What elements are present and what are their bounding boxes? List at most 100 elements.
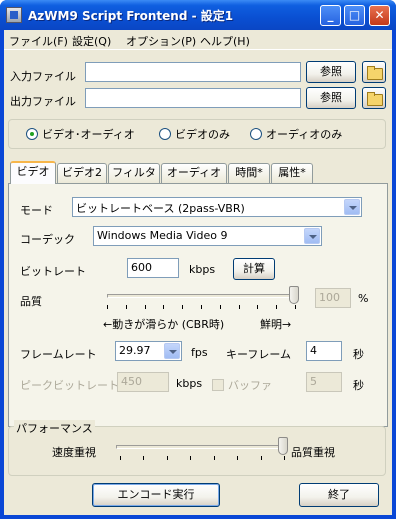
slider-tick	[214, 456, 215, 460]
checkbox-icon	[212, 379, 224, 391]
quality-unit: %	[358, 292, 369, 305]
keyframe-label: キーフレーム	[226, 348, 292, 361]
framerate-unit: fps	[191, 346, 208, 359]
slider-tick	[190, 456, 191, 460]
radio-video-audio-label: ビデオ･オーディオ	[42, 128, 135, 141]
output-folder-icon[interactable]	[362, 87, 386, 109]
minimize-icon: _	[327, 8, 334, 22]
peak-bitrate-unit: kbps	[176, 377, 203, 390]
chevron-down-icon[interactable]	[304, 228, 320, 244]
radio-icon	[159, 128, 171, 140]
menu-file[interactable]: ファイル(F)	[9, 33, 68, 49]
video-tab-panel: モード ビットレートベース (2pass-VBR) コーデック Windows …	[8, 183, 388, 427]
slider-tick	[167, 456, 168, 460]
tab-time[interactable]: 時間*	[228, 163, 270, 183]
buffer-checkbox-label: バッファ	[228, 379, 272, 392]
slider-tick	[201, 305, 202, 309]
quality-slider-thumb[interactable]	[289, 286, 299, 304]
slider-tick	[143, 456, 144, 460]
maximize-icon: □	[348, 8, 361, 22]
quality-priority-label: 品質重視	[291, 446, 335, 459]
chevron-down-icon[interactable]	[344, 199, 360, 215]
peak-bitrate-field[interactable]: 450	[117, 372, 169, 392]
minimize-button[interactable]: _	[320, 5, 341, 26]
framerate-label: フレームレート	[20, 348, 97, 361]
slider-tick	[257, 305, 258, 309]
radio-video-only[interactable]: ビデオのみ	[159, 126, 230, 142]
framerate-select-value: 29.97	[119, 344, 151, 357]
performance-slider-track[interactable]	[116, 445, 284, 449]
calculate-button[interactable]: 計算	[233, 258, 275, 280]
framerate-select[interactable]: 29.97	[115, 341, 182, 361]
menu-help[interactable]: ヘルプ(H)	[200, 33, 250, 49]
radio-audio-only[interactable]: オーディオのみ	[250, 126, 342, 142]
menu-options[interactable]: オプション(P)	[126, 33, 196, 49]
slider-tick	[261, 456, 262, 460]
quality-label: 品質	[20, 295, 42, 308]
quality-hint-smooth: ←動きが滑らか (CBR時)	[103, 318, 225, 331]
menu-bar: ファイル(F) 設定(Q) オプション(P) ヘルプ(H)	[4, 30, 392, 50]
slider-tick	[107, 305, 108, 309]
buffer-checkbox[interactable]: バッファ	[212, 377, 272, 393]
slider-tick	[284, 456, 285, 460]
quality-field[interactable]: 100	[315, 288, 351, 308]
slider-tick	[163, 305, 164, 309]
title-bar[interactable]: AzWM9 Script Frontend - 設定1 _ □ ✕	[0, 0, 396, 30]
slider-tick	[237, 456, 238, 460]
slider-tick	[182, 305, 183, 309]
performance-group-title: パフォーマンス	[14, 420, 95, 436]
radio-audio-only-label: オーディオのみ	[266, 128, 343, 141]
chevron-down-icon[interactable]	[164, 343, 180, 359]
close-button[interactable]: ✕	[369, 5, 390, 26]
keyframe-field[interactable]: 4	[306, 341, 342, 361]
keyframe-unit: 秒	[353, 348, 364, 361]
buffer-field[interactable]: 5	[306, 372, 342, 392]
slider-tick	[145, 305, 146, 309]
slider-tick	[295, 305, 296, 309]
tab-strip: ビデオ ビデオ2 フィルタ オーディオ 時間* 属性*	[10, 161, 390, 185]
performance-slider-thumb[interactable]	[278, 437, 288, 455]
quality-hint-sharp: 鮮明→	[260, 318, 292, 331]
speed-priority-label: 速度重視	[52, 446, 96, 459]
buffer-unit: 秒	[353, 379, 364, 392]
output-file-label: 出力ファイル	[10, 95, 76, 108]
radio-video-only-label: ビデオのみ	[175, 128, 230, 141]
slider-tick	[239, 305, 240, 309]
codec-select[interactable]: Windows Media Video 9	[93, 226, 322, 246]
mode-select-value: ビットレートベース (2pass-VBR)	[76, 202, 245, 215]
input-file-field[interactable]	[85, 62, 301, 82]
output-file-field[interactable]	[85, 88, 301, 108]
maximize-button[interactable]: □	[344, 5, 365, 26]
tab-video2[interactable]: ビデオ2	[57, 163, 107, 183]
tab-filter[interactable]: フィルタ	[108, 163, 160, 183]
tab-video[interactable]: ビデオ	[10, 161, 56, 184]
input-file-label: 入力ファイル	[10, 70, 76, 83]
radio-video-audio[interactable]: ビデオ･オーディオ	[26, 126, 135, 142]
encode-button[interactable]: エンコード実行	[92, 483, 220, 507]
app-window: AzWM9 Script Frontend - 設定1 _ □ ✕ ファイル(F…	[0, 0, 396, 519]
slider-tick	[276, 305, 277, 309]
bitrate-unit: kbps	[189, 263, 216, 276]
bitrate-label: ビットレート	[20, 265, 86, 278]
input-browse-button[interactable]: 参照	[306, 61, 356, 83]
window-title: AzWM9 Script Frontend - 設定1	[28, 9, 234, 23]
exit-button[interactable]: 終了	[299, 483, 379, 507]
peak-bitrate-label: ピークビットレート	[20, 379, 119, 392]
slider-tick	[120, 456, 121, 460]
close-icon: ✕	[374, 8, 385, 22]
quality-slider-track[interactable]	[107, 294, 295, 298]
output-browse-button[interactable]: 参照	[306, 87, 356, 109]
mode-label: モード	[20, 204, 53, 217]
slider-tick	[220, 305, 221, 309]
tab-attributes[interactable]: 属性*	[271, 163, 313, 183]
bitrate-field[interactable]: 600	[127, 258, 179, 278]
input-folder-icon[interactable]	[362, 61, 386, 83]
codec-label: コーデック	[20, 233, 75, 246]
app-icon[interactable]	[6, 7, 22, 23]
tab-audio[interactable]: オーディオ	[161, 163, 227, 183]
menu-settings[interactable]: 設定(Q)	[72, 33, 111, 49]
window-body: ファイル(F) 設定(Q) オプション(P) ヘルプ(H) 入力ファイル 参照 …	[4, 30, 392, 515]
radio-icon	[250, 128, 262, 140]
slider-tick	[126, 305, 127, 309]
mode-select[interactable]: ビットレートベース (2pass-VBR)	[72, 197, 362, 217]
